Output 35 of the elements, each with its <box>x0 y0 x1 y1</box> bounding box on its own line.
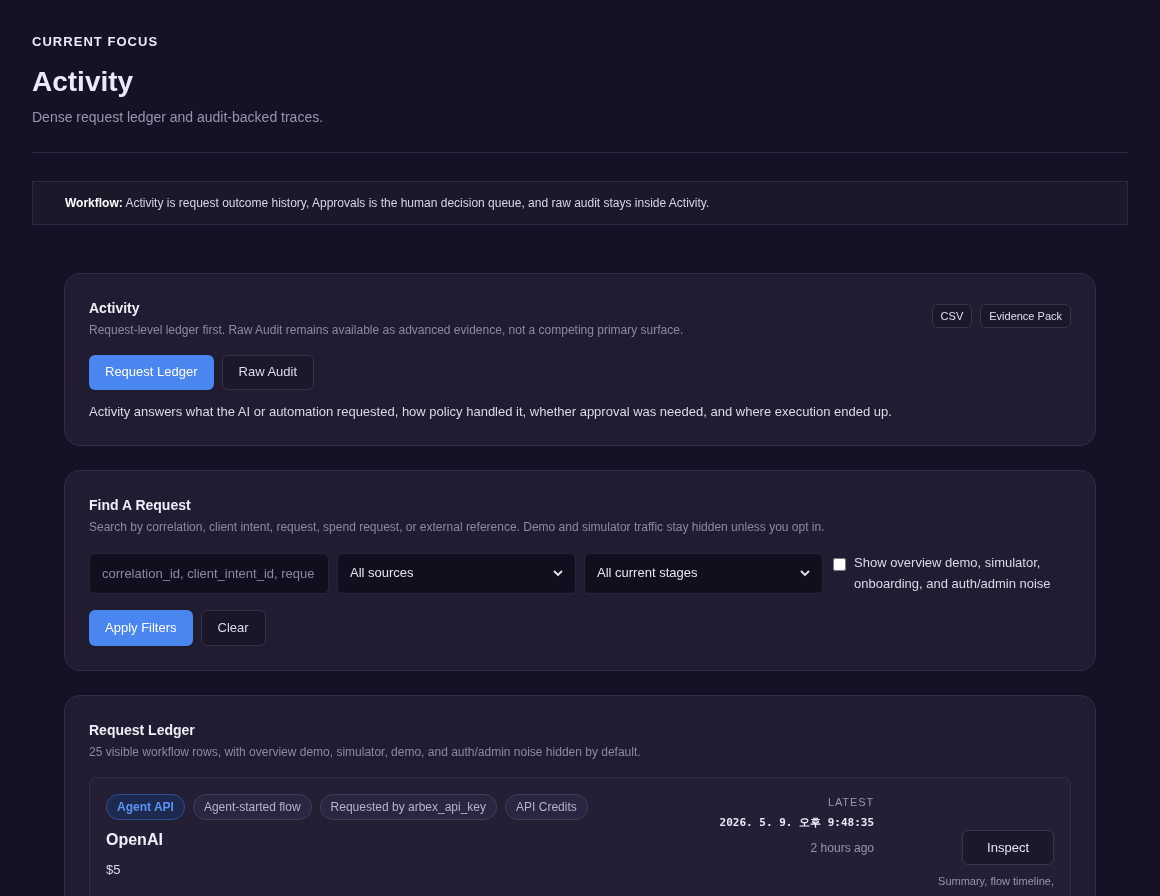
panel-note: Activity answers what the AI or automation requested, how policy handled it, whether approval was needed, and where execution ended up. <box>89 402 893 421</box>
eyebrow-label: CURRENT FOCUS <box>32 33 160 51</box>
panel-description: Search by correlation, client intent, request, spend request, or external reference. Demo and simulator traffic stay hidden unless you opt in. <box>89 519 826 536</box>
checkbox[interactable] <box>833 558 846 571</box>
primary-button[interactable]: Apply Filters <box>89 610 193 646</box>
page-title: Activity <box>32 64 135 99</box>
panel-title: Find A Request <box>89 496 192 515</box>
action-hint: Summary, flow timeline, <box>938 874 1054 889</box>
panel-title: Activity <box>89 298 141 318</box>
timestamp: 2026. 5. 9. 오후 9:48:35 <box>719 814 874 831</box>
export-button[interactable]: CSV <box>931 303 973 328</box>
tag: Requested by arbex_api_key <box>319 794 498 820</box>
workflow-note: Workflow: Activity is request outcome history, Approvals is the human decision queue, and raw audit stays inside Activity. <box>32 180 1128 225</box>
tag: Agent API <box>106 794 185 820</box>
latest-label: LATEST <box>827 795 874 810</box>
checkbox-label: Show overview demo, simulator, onboarding, and auth/admin noise <box>854 554 1052 593</box>
tab[interactable]: Raw Audit <box>221 354 315 390</box>
dropdown[interactable]: All sources <box>337 552 576 594</box>
panel-description: 25 visible workflow rows, with overview demo, simulator, demo, and auth/admin noise hidden by default. <box>89 744 642 761</box>
chevron-down-icon <box>800 569 810 577</box>
export-button[interactable]: Evidence Pack <box>980 303 1071 328</box>
chevron-down-icon <box>553 569 563 577</box>
secondary-button[interactable]: Clear <box>200 610 266 646</box>
tag: Agent-started flow <box>192 794 312 820</box>
amount: $5 <box>106 861 122 879</box>
search-field[interactable]: correlation_id, client_intent_id, reque <box>89 552 329 594</box>
page-subtitle: Dense request ledger and audit-backed traces. <box>32 107 325 127</box>
inspect-button[interactable]: Inspect <box>962 830 1054 865</box>
tab[interactable]: Request Ledger <box>89 354 214 390</box>
provider-name: OpenAI <box>106 830 164 850</box>
panel-title: Request Ledger <box>89 721 196 740</box>
panel-description: Request-level ledger first. Raw Audit remains available as advanced evidence, not a competing primary surface. <box>89 321 684 339</box>
tag: API Credits <box>505 794 588 820</box>
relative-time: 2 hours ago <box>810 840 874 857</box>
dropdown[interactable]: All current stages <box>584 552 823 594</box>
